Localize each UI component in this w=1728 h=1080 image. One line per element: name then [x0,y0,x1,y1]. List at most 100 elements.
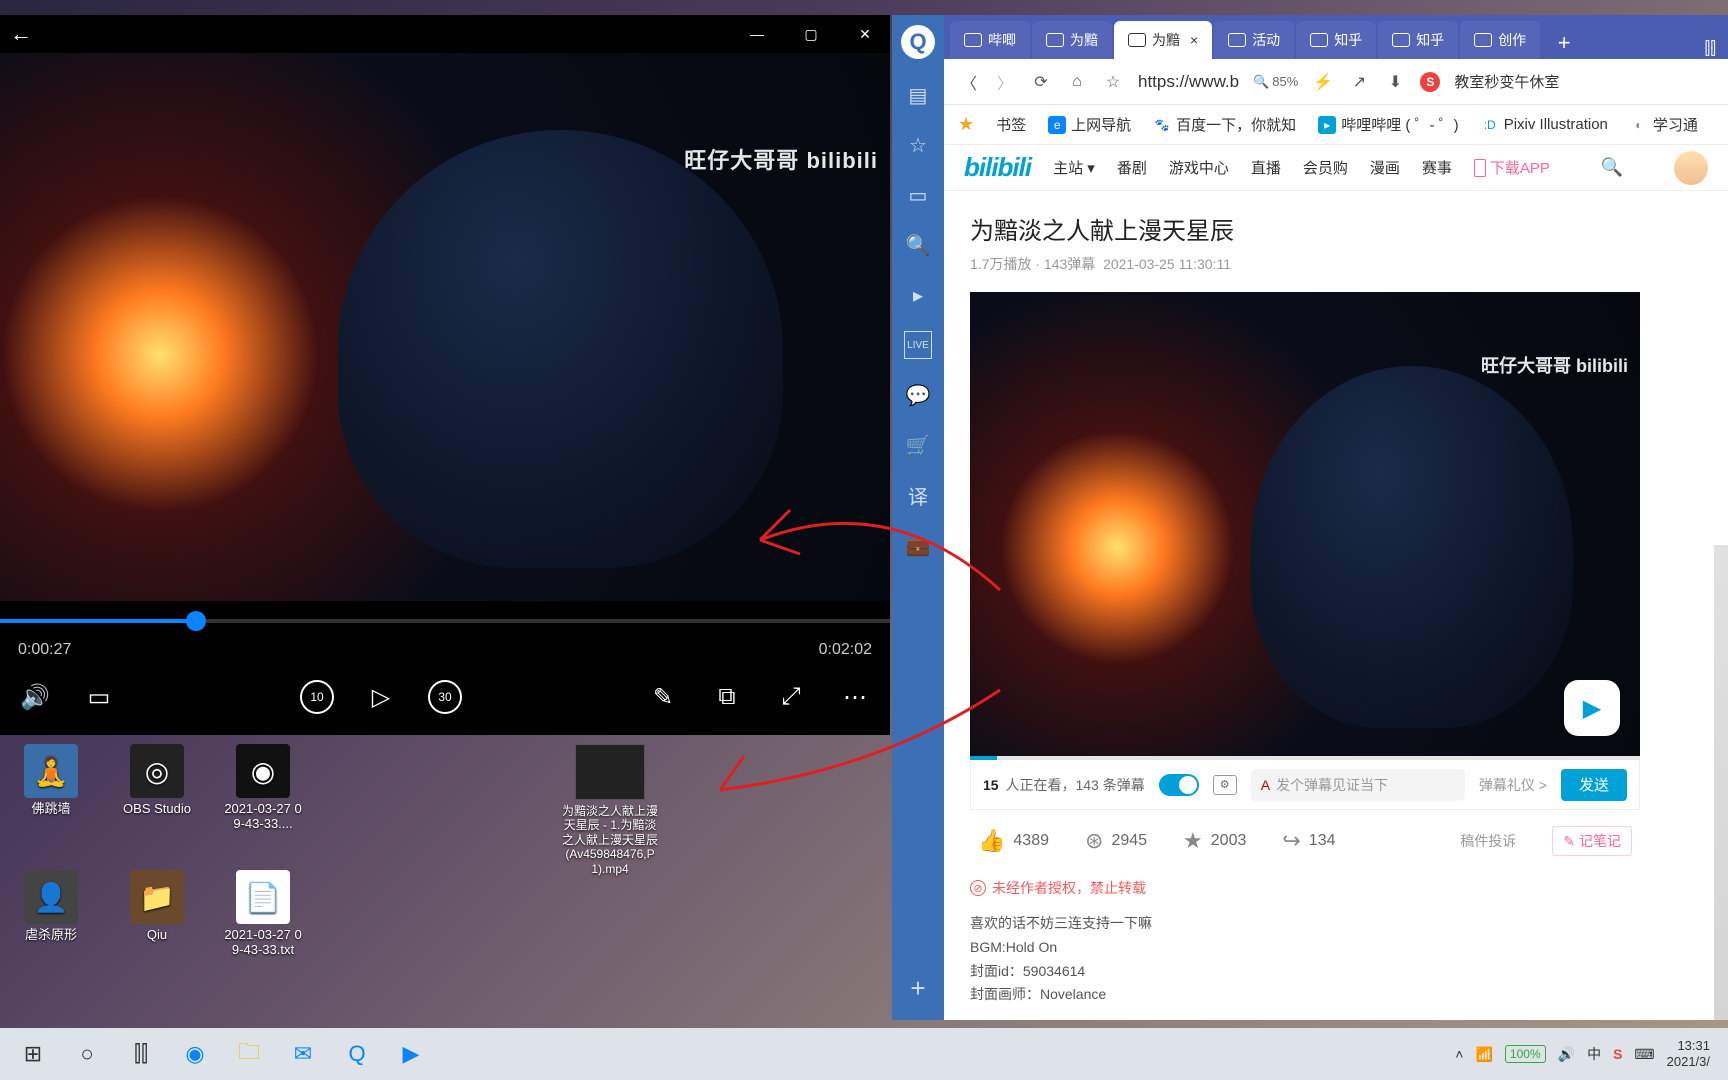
bookmark-item[interactable]: 🐾百度一下，你就知 [1153,114,1296,135]
keyboard-icon[interactable]: ⌨ [1634,1046,1654,1063]
desktop-icon[interactable]: 📁Qiu [116,870,198,958]
like-button[interactable]: 👍4389 [978,828,1049,854]
flash-icon[interactable]: ⚡ [1312,71,1334,93]
nav-item[interactable]: 游戏中心 [1169,157,1229,178]
clock[interactable]: 13:31 2021/3/ [1667,1038,1710,1069]
network-icon[interactable]: 📶 [1475,1046,1492,1063]
user-avatar[interactable] [1674,151,1708,185]
url-field[interactable]: https://www.b [1138,72,1239,92]
bilibili-logo[interactable]: bilibili [964,152,1031,183]
cart-icon[interactable]: 🛒 [904,431,932,459]
coin-button[interactable]: ⊛2945 [1085,828,1147,854]
tab-active[interactable]: 为黯× [1114,21,1212,59]
bili-progress-bar[interactable] [970,756,1640,760]
progress-knob[interactable] [186,611,206,631]
translate-icon[interactable]: 译 [904,481,932,509]
nav-item[interactable]: 直播 [1251,157,1281,178]
task-view-icon[interactable]: ⫿⫿ [116,1033,166,1075]
danmaku-etiquette-link[interactable]: 弹幕礼仪 > [1479,775,1547,795]
search-icon[interactable]: 🔍 [1601,157,1623,178]
edit-icon[interactable]: ✎ [646,680,680,714]
sogou-tray-icon[interactable]: S [1613,1046,1622,1062]
tab[interactable]: 创作 [1460,21,1540,59]
nav-item[interactable]: 番剧 [1117,157,1147,178]
bookmark-item[interactable]: e上网导航 [1048,114,1131,135]
take-note-button[interactable]: ✎记笔记 [1552,826,1632,856]
chat-icon[interactable]: 💬 [904,381,932,409]
tab[interactable]: 知乎 [1296,21,1376,59]
book-icon[interactable]: ▭ [904,181,932,209]
nav-item[interactable]: 主站 ▾ [1053,157,1095,178]
bookmark-item[interactable]: ▸哔哩哔哩 ( ゜- ゜) [1318,114,1459,135]
zoom-indicator[interactable]: 🔍85% [1253,74,1298,90]
cortana-icon[interactable]: ○ [62,1033,112,1075]
movies-icon[interactable]: ▶ [386,1033,436,1075]
danmaku-settings-icon[interactable]: ⚙ [1213,775,1237,795]
desktop-icon[interactable]: 📄2021-03-27 09-43-33.txt [222,870,304,958]
volume-icon[interactable]: 🔊 [18,680,52,714]
briefcase-icon[interactable]: 💼 [904,531,932,559]
extension-label[interactable]: 教室秒变午休室 [1454,71,1559,92]
forward-icon[interactable]: 〉 [994,71,1016,93]
minimize-button[interactable]: — [742,19,772,49]
explorer-icon[interactable]: 🗀 [224,1033,274,1075]
danmaku-input[interactable]: A发个弹幕见证当下 [1251,769,1465,801]
tab-menu-icon[interactable]: ⫿⫿ [1704,38,1716,59]
skip-back-button[interactable]: 10 [300,680,334,714]
danmaku-toggle[interactable] [1159,774,1199,796]
tab[interactable]: 为黯 [1032,21,1112,59]
tab[interactable]: 活动 [1214,21,1294,59]
tab[interactable]: 哔唧 [950,21,1030,59]
report-link[interactable]: 稿件投诉 [1460,831,1516,851]
sidebar-icon[interactable]: ▤ [904,81,932,109]
play-button[interactable]: ▷ [364,680,398,714]
battery-indicator[interactable]: 100% [1505,1045,1546,1063]
nav-item[interactable]: 会员购 [1303,157,1348,178]
tab[interactable]: 知乎 [1378,21,1458,59]
subtitle-icon[interactable]: ▭ [82,680,116,714]
play-overlay-button[interactable]: ▶ [1564,680,1620,736]
bilibili-player[interactable]: 旺仔大哥哥 bilibili ▶ [970,292,1640,756]
favorite-button[interactable]: ★2003 [1183,828,1246,854]
mini-view-icon[interactable]: ⧉ [710,680,744,714]
back-icon[interactable]: 〈 [958,71,980,93]
new-tab-button[interactable]: + [1548,27,1580,59]
desktop-icon[interactable]: ◉2021-03-27 09-43-33.... [222,744,304,832]
fullscreen-icon[interactable]: ⤢ [774,680,808,714]
share-icon[interactable]: ↗ [1348,71,1370,93]
ime-indicator[interactable]: 中 [1587,1044,1601,1064]
share-button[interactable]: ↪134 [1282,828,1335,854]
new-tab-sidebar[interactable]: + [904,974,932,1002]
star-icon[interactable]: ☆ [904,131,932,159]
reload-icon[interactable]: ⟳ [1030,71,1052,93]
more-icon[interactable]: ⋯ [838,680,872,714]
live-icon[interactable]: LIVE [904,331,932,359]
video-viewport[interactable]: 旺仔大哥哥 bilibili [0,53,890,601]
back-arrow-icon[interactable]: ← [10,21,32,47]
progress-bar[interactable] [0,601,890,641]
mail-icon[interactable]: ✉ [278,1033,328,1075]
edge-icon[interactable]: ◉ [170,1033,220,1075]
download-icon[interactable]: ⬇ [1384,71,1406,93]
home-icon[interactable]: ⌂ [1066,71,1088,93]
desktop-video-file[interactable]: 为黯淡之人献上漫天星辰 - 1.为黯淡之人献上漫天星辰(Av459848476,… [560,744,660,876]
sogou-ext-icon[interactable]: S [1420,72,1440,92]
search-icon[interactable]: 🔍 [904,231,932,259]
send-danmaku-button[interactable]: 发送 [1561,769,1627,801]
desktop-icon[interactable]: 🧘佛跳墙 [10,744,92,832]
maximize-button[interactable]: ▢ [796,19,826,49]
skip-forward-button[interactable]: 30 [428,680,462,714]
volume-tray-icon[interactable]: 🔊 [1558,1046,1575,1063]
bookmark-star-icon[interactable]: ☆ [1102,71,1124,93]
tray-chevron-icon[interactable]: ˄ [1455,1046,1463,1062]
close-button[interactable]: ✕ [850,19,880,49]
nav-item[interactable]: 漫画 [1370,157,1400,178]
qq-browser-icon[interactable]: Q [332,1033,382,1075]
bookmark-item[interactable]: ◐学习通 [1630,114,1698,135]
browser-logo[interactable]: Q [901,25,935,59]
bookmark-item[interactable]: :DPixiv Illustration [1481,116,1608,134]
download-app-link[interactable]: 下载APP [1474,157,1550,178]
desktop-icon[interactable]: ◎OBS Studio [116,744,198,832]
start-button[interactable]: ⊞ [8,1033,58,1075]
nav-item[interactable]: 赛事 [1422,157,1452,178]
